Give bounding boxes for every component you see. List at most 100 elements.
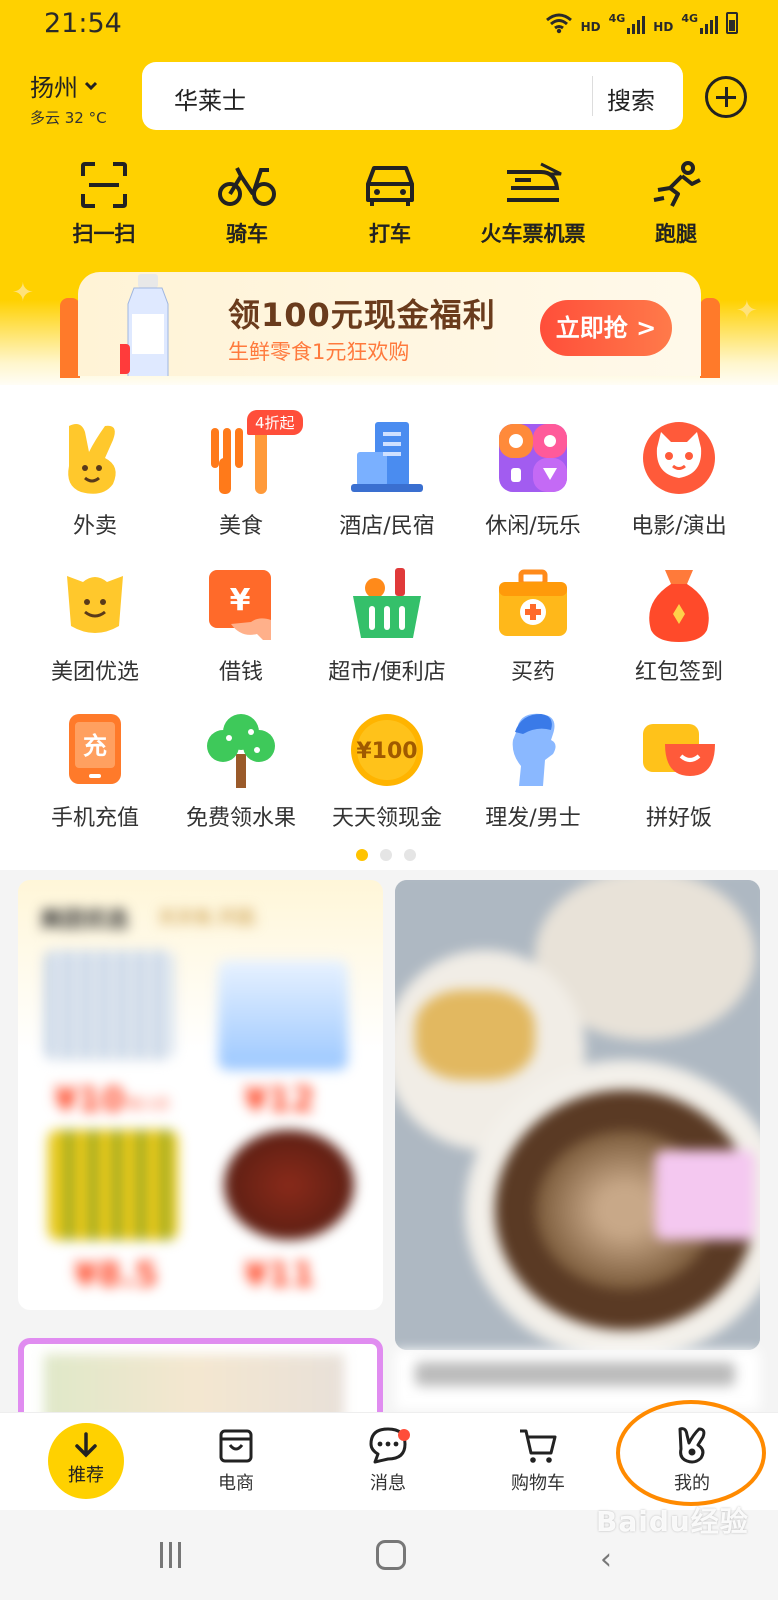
food-photo-card[interactable] — [395, 880, 760, 1350]
cash-coin-icon: ¥100 — [351, 714, 423, 786]
add-plus-icon[interactable] — [705, 76, 747, 118]
scan-icon — [81, 162, 127, 208]
page-indicator — [356, 849, 416, 861]
tab-label: 购物车 — [511, 1473, 565, 1494]
product-price: ¥12 — [244, 1080, 315, 1120]
category-movie[interactable]: 电影/演出 — [604, 418, 754, 540]
category-red-packet[interactable]: 红包签到 — [604, 564, 754, 686]
category-food[interactable]: 4折起 美食 — [166, 410, 316, 540]
leisure-icon — [499, 424, 567, 492]
tab-label: 推荐 — [68, 1465, 104, 1486]
promo-side-ribbon — [60, 298, 80, 378]
category-loan[interactable]: ¥ 借钱 — [166, 564, 316, 686]
category-label: 酒店/民宿 — [339, 514, 435, 539]
product-oil — [48, 1130, 178, 1240]
network-label-1: 4G — [608, 12, 626, 25]
takeout-icon — [68, 424, 116, 494]
category-daily-cash[interactable]: ¥100 天天领现金 — [312, 710, 462, 832]
sparkle-icon: ✦ — [736, 296, 758, 326]
loan-icon: ¥ — [209, 570, 271, 640]
header: 21:54 HD 4G HD 4G 扬州 多云 32 °C 华莱士 搜索 扫一扫… — [0, 0, 778, 385]
category-leisure[interactable]: 休闲/玩乐 — [458, 418, 608, 540]
bike-icon — [218, 167, 276, 206]
promo-banner[interactable]: 领100元现金福利 生鲜零食1元狂欢购 立即抢 > — [78, 272, 701, 376]
chevron-down-icon — [84, 81, 98, 90]
back-icon[interactable]: ‹ — [600, 1542, 612, 1577]
category-medicine[interactable]: 买药 — [458, 564, 608, 686]
runner-icon — [653, 161, 701, 207]
fruit-tree-icon — [207, 714, 275, 788]
hd-label-2: HD — [653, 20, 674, 34]
quick-action-taxi[interactable]: 打车 — [320, 160, 460, 248]
product-price-note: 新人价 — [128, 1097, 170, 1113]
promo-card-image — [44, 1354, 344, 1412]
hotel-icon — [351, 422, 423, 492]
tab-recommend[interactable]: 推荐 — [48, 1423, 124, 1499]
page-dot — [380, 849, 392, 861]
home-icon[interactable] — [376, 1540, 406, 1570]
quick-action-bike[interactable]: 骑车 — [177, 160, 317, 248]
promo-subtitle: 生鲜零食1元狂欢购 — [228, 340, 410, 364]
tab-messages[interactable]: 消息 — [328, 1425, 448, 1495]
wifi-icon — [545, 13, 572, 34]
youxuan-icon — [67, 576, 123, 633]
search-bar[interactable]: 华莱士 搜索 — [142, 62, 683, 130]
promo-grab-button[interactable]: 立即抢 > — [540, 300, 672, 356]
category-label: 电影/演出 — [631, 514, 727, 539]
category-youxuan[interactable]: 美团优选 — [20, 564, 170, 686]
category-label: 红包签到 — [634, 660, 723, 685]
category-label: 外卖 — [72, 514, 117, 539]
loan-symbol: ¥ — [230, 583, 251, 618]
category-label: 美团优选 — [50, 660, 139, 685]
status-time: 21:54 — [44, 8, 122, 39]
category-hotel[interactable]: 酒店/民宿 — [312, 418, 462, 540]
product-price: ¥8.5 — [74, 1255, 158, 1295]
category-label: 买药 — [510, 660, 555, 685]
location-selector[interactable]: 扬州 多云 32 °C — [30, 68, 107, 128]
search-divider — [592, 76, 593, 116]
category-label: 拼好饭 — [645, 806, 712, 831]
weather-text: 多云 32 °C — [30, 109, 107, 127]
supermarket-icon — [353, 568, 421, 638]
watermark: Baidu经验 — [596, 1505, 749, 1538]
shop-bag-icon — [219, 1429, 253, 1463]
category-label: 超市/便利店 — [328, 660, 446, 685]
quick-action-errand[interactable]: 跑腿 — [606, 160, 746, 248]
category-label: 美食 — [218, 514, 263, 539]
product-price: ¥10 — [54, 1080, 125, 1120]
recharge-symbol: 充 — [83, 732, 107, 760]
recent-apps-icon[interactable] — [160, 1542, 181, 1568]
category-haircut[interactable]: 理发/男士 — [458, 710, 608, 832]
youxuan-card-subtitle: 天天有.开团. — [158, 908, 260, 929]
promo-title: 领100元现金福利 — [228, 296, 496, 334]
cart-icon — [520, 1429, 557, 1463]
quick-action-label: 跑腿 — [655, 222, 697, 246]
category-pinhaofan[interactable]: 拼好饭 — [604, 710, 754, 832]
tab-ecommerce[interactable]: 电商 — [176, 1425, 296, 1495]
tab-label: 消息 — [370, 1473, 406, 1494]
tab-cart[interactable]: 购物车 — [478, 1425, 598, 1495]
search-button[interactable]: 搜索 — [607, 81, 655, 116]
category-phone-recharge[interactable]: 充 手机充值 — [20, 710, 170, 832]
category-label: 借钱 — [218, 660, 263, 685]
quick-actions: 扫一扫 骑车 打车 火车票机票 跑腿 — [0, 160, 778, 255]
status-bar: 21:54 HD 4G HD 4G — [0, 0, 778, 50]
category-free-fruit[interactable]: 免费领水果 — [166, 710, 316, 832]
battery-icon — [726, 12, 738, 34]
quick-action-label: 火车票机票 — [480, 222, 586, 246]
product-water-bottle — [218, 960, 348, 1070]
search-input[interactable]: 华莱士 — [174, 81, 246, 116]
product-meat — [224, 1130, 354, 1240]
sparkle-icon: ✦ — [12, 278, 34, 308]
quick-action-scan[interactable]: 扫一扫 — [34, 160, 174, 248]
bottle-icon — [120, 274, 169, 376]
category-takeout[interactable]: 外卖 — [20, 418, 170, 540]
youxuan-card[interactable]: 美团优选 天天有.开团. ¥10 新人价 ¥12 ¥8.5 ¥11 — [18, 880, 383, 1310]
quick-action-tickets[interactable]: 火车票机票 — [463, 160, 603, 248]
quick-action-label: 扫一扫 — [72, 222, 136, 246]
train-plane-icon — [507, 162, 562, 202]
category-supermarket[interactable]: 超市/便利店 — [312, 564, 462, 686]
arrow-down-icon — [75, 1432, 97, 1458]
promo-card-partial[interactable] — [18, 1338, 383, 1412]
tab-label: 电商 — [218, 1473, 254, 1494]
